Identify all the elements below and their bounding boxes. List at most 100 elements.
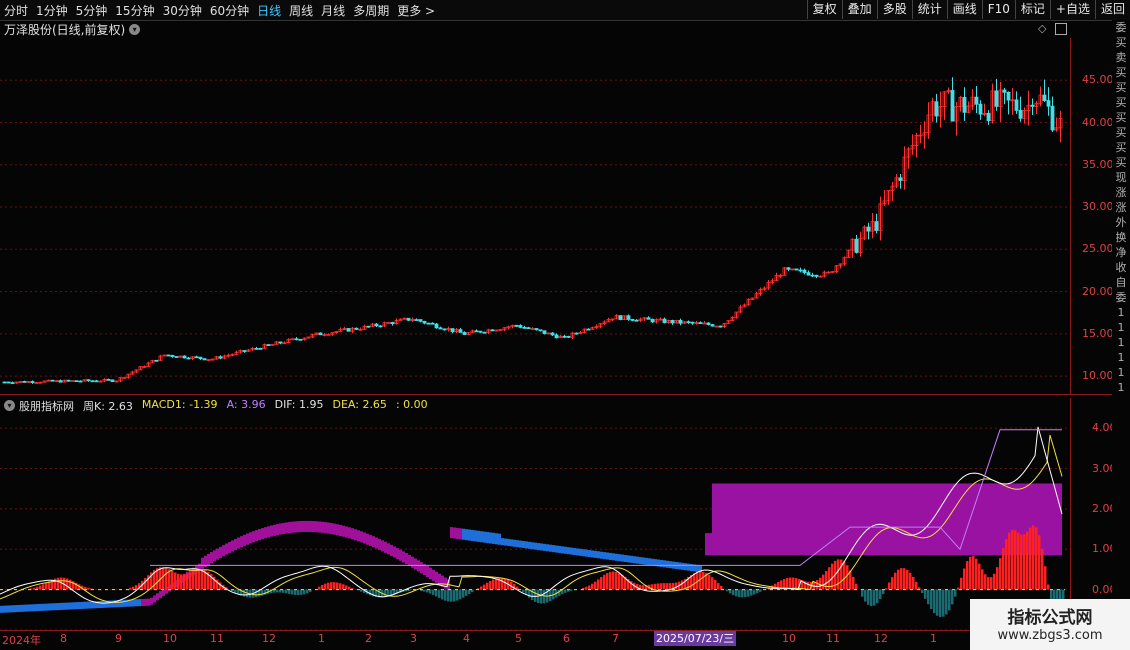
trend-ribbon-segment [504, 538, 507, 546]
macd-histogram-bar [975, 558, 978, 590]
macd-histogram-bar [924, 589, 927, 599]
macd-histogram-bar [855, 583, 858, 590]
macd-histogram-bar [681, 580, 684, 590]
axis-border [1070, 38, 1071, 394]
tool-button-3[interactable]: 统计 [911, 0, 947, 19]
period-tab-10[interactable]: 更多 > [393, 2, 439, 19]
candle-body [170, 354, 175, 357]
trend-ribbon-segment [75, 602, 78, 610]
trend-ribbon-segment [240, 536, 243, 548]
period-tab-2[interactable]: 5分钟 [72, 2, 112, 19]
macd-histogram-bar [891, 577, 894, 590]
macd-histogram-bar [882, 589, 885, 595]
candle-body [518, 325, 523, 328]
trend-ribbon-segment [678, 562, 681, 570]
period-tabs: 分时 1分钟 5分钟 15分钟 30分钟 60分钟 日线 周线 月线 多周期 更多 > [0, 2, 439, 19]
candle-body [422, 320, 427, 324]
candle-body [386, 322, 391, 324]
tool-button-0[interactable]: 复权 [806, 0, 842, 19]
trend-ribbon-segment [522, 540, 525, 549]
trend-ribbon-segment [324, 522, 327, 534]
trend-ribbon-segment [54, 603, 57, 611]
macd-histogram-bar [447, 589, 450, 602]
trend-ribbon-segment [330, 523, 333, 535]
candle-body [318, 332, 323, 336]
trend-ribbon-segment [498, 533, 501, 545]
tool-button-4[interactable]: 画线 [946, 0, 982, 19]
macd-histogram-bar [969, 556, 972, 590]
trend-ribbon-segment [468, 529, 471, 541]
date-tick-label: 4 [463, 632, 470, 645]
period-tab-5[interactable]: 60分钟 [206, 2, 253, 19]
price-axis-label: 40.00 [1082, 115, 1114, 129]
candle-body [686, 321, 691, 324]
macd-histogram-bar [615, 571, 618, 590]
trend-ribbon-segment [408, 554, 411, 566]
chevron-down-icon[interactable]: ▾ [129, 23, 141, 35]
macd-histogram-bar [894, 572, 897, 590]
trend-ribbon-segment [69, 602, 72, 610]
candle-body [566, 335, 571, 338]
date-tick-label: 10 [163, 632, 177, 645]
candle-body [534, 328, 539, 331]
tool-button-6[interactable]: 标记 [1014, 0, 1050, 19]
tool-button-2[interactable]: 多股 [876, 0, 912, 19]
candle-body [442, 328, 447, 331]
macd-histogram-bar [438, 589, 441, 599]
side-strip-char: 买 [1115, 156, 1127, 169]
candle-body [406, 317, 411, 321]
period-tab-1[interactable]: 1分钟 [32, 2, 72, 19]
macd-histogram-bar [618, 572, 621, 590]
trend-ribbon-segment [156, 593, 159, 601]
trend-ribbon-segment [246, 533, 249, 545]
candle-body [2, 381, 7, 384]
macd-histogram-bar [789, 577, 792, 590]
tool-button-1[interactable]: 叠加 [841, 0, 877, 19]
macd-histogram-bar [819, 577, 822, 590]
trend-ribbon-segment [225, 543, 228, 555]
period-tab-4[interactable]: 30分钟 [159, 2, 206, 19]
period-tab-7[interactable]: 周线 [285, 2, 317, 19]
trend-ribbon-segment [606, 552, 609, 560]
period-tab-3[interactable]: 15分钟 [111, 2, 158, 19]
candle-body [458, 329, 463, 333]
period-tab-0[interactable]: 分时 [0, 2, 32, 19]
tool-button-7[interactable]: +自选 [1049, 0, 1095, 19]
trend-ribbon-segment [591, 550, 594, 558]
side-strip-char: 涨 [1115, 186, 1127, 199]
chevron-down-icon[interactable]: ▾ [4, 400, 15, 411]
diamond-icon[interactable]: ◇ [1038, 22, 1046, 35]
trend-ribbon-segment [318, 521, 321, 533]
period-tab-6[interactable]: 日线 [253, 2, 285, 19]
trend-ribbon-segment [480, 531, 483, 543]
trend-ribbon-segment [33, 604, 36, 612]
macd-histogram-bar [465, 589, 468, 596]
candle-body [474, 330, 479, 333]
candle-body [702, 322, 707, 325]
trend-ribbon-segment [288, 522, 291, 534]
tool-buttons: 复权 叠加 多股 统计 画线 F10 标记 +自选 返回 [806, 0, 1130, 20]
trend-ribbon-segment [30, 604, 33, 612]
tool-button-8[interactable]: 返回 [1094, 0, 1130, 19]
period-tab-9[interactable]: 多周期 [349, 2, 393, 19]
macd-histogram-bar [873, 589, 876, 606]
trend-ribbon-segment [315, 521, 318, 533]
trend-ribbon-segment [18, 604, 21, 612]
tool-button-5[interactable]: F10 [981, 0, 1015, 19]
period-tab-8[interactable]: 月线 [317, 2, 349, 19]
trend-ribbon-segment [219, 546, 222, 558]
candle-body [198, 356, 203, 360]
axis-border [1070, 398, 1071, 630]
date-tick-label: 8 [60, 632, 67, 645]
macd-histogram-bar [180, 574, 183, 590]
macd-histogram-bar [1044, 566, 1047, 590]
trend-ribbon-segment [507, 538, 510, 546]
layout-toggle-icon[interactable] [1055, 23, 1067, 35]
candle-body [690, 321, 695, 324]
trend-ribbon-segment [402, 551, 405, 563]
macd-histogram-bar [867, 589, 870, 605]
candle-body [866, 226, 871, 232]
trend-ribbon-segment [567, 547, 570, 555]
trend-ribbon-segment [573, 547, 576, 556]
candle-body [462, 332, 467, 335]
